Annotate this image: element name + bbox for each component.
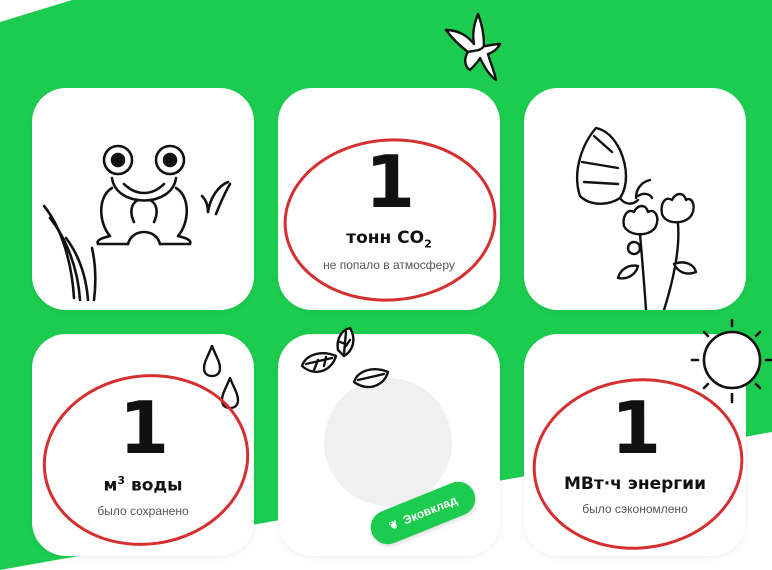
bird-icon: [444, 12, 502, 82]
frog-icon: [96, 144, 192, 246]
placeholder-circle: [324, 378, 452, 506]
seedling-icon: ❦: [387, 518, 401, 533]
leaf-icon: [300, 326, 390, 389]
flower-icon: [616, 192, 698, 310]
highlight-ring-water: [42, 374, 250, 546]
highlight-ring-co2: [283, 138, 497, 302]
butterfly-icon: [575, 126, 654, 205]
butterfly-card: [524, 88, 746, 310]
highlight-ring-energy: [532, 378, 744, 550]
frog-card: [32, 88, 254, 310]
